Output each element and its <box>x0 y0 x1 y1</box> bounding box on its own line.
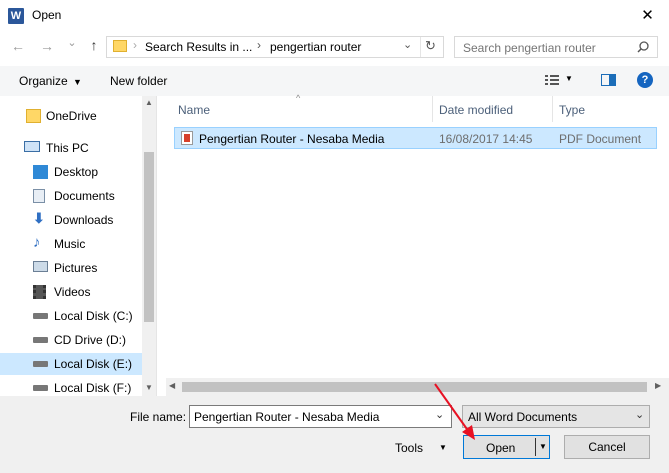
help-icon[interactable]: ? <box>637 72 653 88</box>
address-dropdown-button[interactable]: ⌄ <box>403 38 412 51</box>
chevron-down-icon: ⌄ <box>635 409 645 421</box>
organize-button[interactable]: Organize ▼ <box>19 74 82 88</box>
open-options-dropdown-icon[interactable]: ▼ <box>539 442 547 451</box>
sidebar-item-label: OneDrive <box>46 109 97 123</box>
sidebar-item-local-disk-c[interactable]: Local Disk (C:) <box>0 305 142 327</box>
title-bar <box>0 0 669 32</box>
sidebar-item-onedrive[interactable]: OneDrive <box>0 105 142 127</box>
sidebar-item-documents[interactable]: Documents <box>0 185 142 207</box>
sidebar-item-local-disk-e[interactable]: Local Disk (E:) <box>0 353 142 375</box>
column-header: Name ^ Date modified Type <box>166 93 669 122</box>
breadcrumb-search-results[interactable]: Search Results in ... <box>145 40 252 54</box>
scroll-right-icon[interactable]: ▶ <box>655 381 661 390</box>
sidebar-item-label: Local Disk (E:) <box>54 357 133 371</box>
word-app-icon: W <box>8 8 24 24</box>
scroll-left-icon[interactable]: ◀ <box>169 381 175 390</box>
breadcrumb-separator[interactable]: › <box>257 38 261 52</box>
scroll-up-icon[interactable]: ▲ <box>145 98 153 107</box>
dropdown-arrow-icon: ▼ <box>565 74 573 83</box>
desktop-icon <box>33 165 48 179</box>
tools-label: Tools <box>395 441 424 455</box>
address-bar[interactable]: › Search Results in ... › pengertian rou… <box>106 36 444 58</box>
refresh-button[interactable]: ↻ <box>425 38 436 54</box>
preview-pane-icon[interactable] <box>601 74 616 86</box>
sidebar-item-desktop[interactable]: Desktop <box>0 161 142 183</box>
column-separator[interactable] <box>552 96 553 122</box>
file-date-modified: 16/08/2017 14:45 <box>439 132 533 146</box>
change-view-button[interactable]: ▼ <box>545 74 575 88</box>
sort-arrow-icon: ^ <box>296 93 301 103</box>
column-type[interactable]: Type <box>559 103 585 117</box>
divider <box>535 438 536 456</box>
window-title: Open <box>32 8 62 22</box>
sidebar-item-cd-drive-d[interactable]: CD Drive (D:) <box>0 329 142 351</box>
close-button[interactable]: ✕ <box>626 0 669 32</box>
sidebar-item-videos[interactable]: Videos <box>0 281 142 303</box>
column-separator[interactable] <box>432 96 433 122</box>
sidebar-item-label: Music <box>54 237 86 251</box>
back-button[interactable]: ← <box>8 38 28 54</box>
search-box[interactable] <box>454 36 658 58</box>
annotation-arrow-icon <box>434 383 475 440</box>
folder-icon <box>26 109 41 123</box>
cancel-button[interactable]: Cancel <box>564 435 650 459</box>
search-input[interactable] <box>461 39 635 57</box>
drive-icon <box>33 313 48 319</box>
open-label: Open <box>486 441 516 455</box>
sidebar-item-label: Desktop <box>54 165 99 179</box>
music-icon: ♪ <box>33 234 41 251</box>
cd-drive-icon <box>33 337 48 343</box>
scrollbar-thumb[interactable] <box>144 152 154 322</box>
computer-icon <box>24 141 40 152</box>
file-name: Pengertian Router - Nesaba Media <box>199 132 385 146</box>
recent-locations-button[interactable]: ⌄ <box>62 36 82 49</box>
organize-label: Organize <box>19 74 68 88</box>
sidebar-item-label: Pictures <box>54 261 98 275</box>
videos-icon <box>33 285 46 299</box>
sidebar-item-downloads[interactable]: ⬇ Downloads <box>0 209 142 231</box>
pictures-icon <box>33 261 48 272</box>
file-row[interactable]: Pengertian Router - Nesaba Media 16/08/2… <box>174 127 657 149</box>
sidebar-item-label: Videos <box>54 285 91 299</box>
column-date-modified[interactable]: Date modified <box>439 103 513 117</box>
sidebar-item-label: This PC <box>46 141 89 155</box>
file-type: PDF Document <box>559 132 642 146</box>
folder-icon <box>113 40 127 52</box>
up-button[interactable]: ↑ <box>84 37 104 53</box>
pdf-file-icon <box>181 131 193 145</box>
sidebar-item-pictures[interactable]: Pictures <box>0 257 142 279</box>
sidebar-item-label: CD Drive (D:) <box>54 333 126 347</box>
drive-icon <box>33 361 48 367</box>
sidebar-item-label: Downloads <box>54 213 114 227</box>
sidebar-item-label: Local Disk (F:) <box>54 381 132 395</box>
breadcrumb-separator: › <box>133 38 137 52</box>
filename-label: File name: <box>130 410 187 424</box>
navigation-pane: OneDrive This PC Desktop Documents ⬇ Dow… <box>0 96 156 396</box>
sidebar-item-label: Local Disk (C:) <box>54 309 133 323</box>
filetype-select[interactable]: All Word Documents ⌄ <box>462 405 650 428</box>
divider <box>420 37 421 57</box>
sidebar-item-this-pc[interactable]: This PC <box>0 137 142 159</box>
sidebar-item-music[interactable]: ♪ Music <box>0 233 142 255</box>
new-folder-button[interactable]: New folder <box>110 74 167 88</box>
column-name[interactable]: Name <box>178 103 210 117</box>
scroll-down-icon[interactable]: ▼ <box>145 383 153 392</box>
sidebar-item-label: Documents <box>54 189 115 203</box>
divider <box>156 96 157 396</box>
filename-value: Pengertian Router - Nesaba Media <box>194 410 380 424</box>
dropdown-arrow-icon: ▼ <box>73 77 82 87</box>
documents-icon <box>33 189 45 203</box>
drive-icon <box>33 385 48 391</box>
search-icon[interactable] <box>637 41 649 53</box>
breadcrumb-query[interactable]: pengertian router <box>270 40 361 54</box>
details-view-icon <box>545 75 559 85</box>
scrollbar-thumb[interactable] <box>182 382 647 392</box>
filename-field[interactable]: Pengertian Router - Nesaba Media ⌄ <box>189 405 452 428</box>
downloads-icon: ⬇ <box>33 210 45 226</box>
tools-button[interactable]: Tools ▼ <box>395 441 447 455</box>
forward-button[interactable]: → <box>37 38 57 54</box>
